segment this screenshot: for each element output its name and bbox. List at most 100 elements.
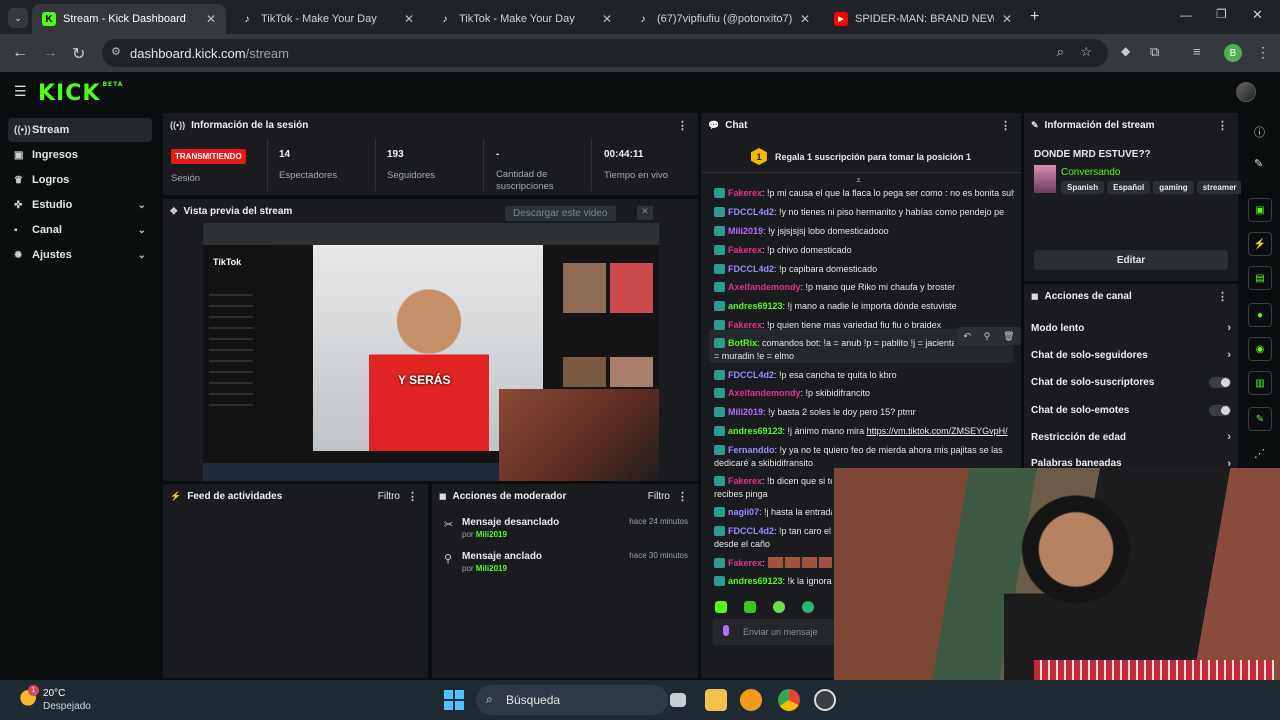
tab-tiktok-2[interactable]: ♪ TikTok - Make Your Day ✕ [428, 4, 622, 34]
chat-username[interactable]: andres69123 [728, 301, 783, 311]
kebab-menu-icon[interactable]: ⋮ [407, 490, 418, 503]
new-tab-button[interactable]: + [1030, 8, 1039, 26]
rail-tool-1[interactable]: ▣ [1248, 198, 1272, 222]
chat-username[interactable]: FDCCL4d2 [728, 207, 774, 217]
sidebar-item-stream[interactable]: ((•)) Stream [8, 118, 152, 142]
chat-message[interactable]: Axelfandemondy: !p skibidifrancito [714, 387, 1014, 400]
sidebar-item-estudio[interactable]: ✜ Estudio ⌄ [8, 193, 152, 217]
tab-tiktok-3[interactable]: ♪ (67)7vipfiufiu (@potonxito7) | T ✕ [626, 4, 820, 34]
tag[interactable]: Spanish [1061, 181, 1105, 194]
back-icon[interactable]: ← [12, 44, 28, 62]
chat-username[interactable]: Fakerex [728, 245, 762, 255]
stream-video[interactable]: TikTok Y SERÁS [203, 223, 659, 481]
chat-username[interactable]: FDCCL4d2 [728, 526, 774, 536]
tab-kick-dashboard[interactable]: K Stream - Kick Dashboard ✕ [32, 4, 226, 34]
category-name[interactable]: Conversando [1061, 167, 1120, 178]
tag[interactable]: gaming [1153, 181, 1194, 194]
file-explorer-icon[interactable] [705, 689, 727, 711]
chat-username[interactable]: Fakerex [728, 188, 762, 198]
chat-message[interactable]: FDCCL4d2: !p esa cancha te quita lo kbro [714, 369, 1014, 382]
rail-broadcast-button[interactable]: ◉ [1248, 337, 1272, 361]
close-icon[interactable]: ✕ [404, 12, 414, 26]
emote-icon[interactable] [773, 601, 785, 613]
mod-user[interactable]: Mili2019 [476, 564, 507, 573]
tab-tiktok-1[interactable]: ♪ TikTok - Make Your Day ✕ [230, 4, 424, 34]
pin-icon[interactable]: ⚲ [984, 331, 991, 342]
chat-username[interactable]: Fakerex [728, 320, 762, 330]
share-icon[interactable]: ⋰ [1254, 447, 1265, 460]
rail-lightning-button[interactable]: ⚡ [1248, 232, 1272, 256]
rail-tool-6[interactable]: ▥ [1248, 371, 1272, 395]
rail-tool-3[interactable]: ▤ [1248, 266, 1272, 290]
tag[interactable]: Español [1107, 181, 1151, 194]
pencil-icon[interactable]: ✎ [1254, 157, 1263, 170]
chat-message[interactable]: Fakerex: !b dicen que si te p [714, 475, 832, 488]
chat-username[interactable]: BotRix [728, 338, 757, 348]
chat-message[interactable]: Axelfandemondy: !p mano que Riko mi chau… [714, 281, 1014, 294]
slow-mode-row[interactable]: Modo lento › [1031, 320, 1231, 336]
minimize-icon[interactable]: — [1180, 8, 1192, 22]
hamburger-menu-icon[interactable]: ☰ [14, 83, 27, 100]
forward-icon[interactable]: → [42, 44, 58, 62]
download-video-button[interactable]: Descargar este video [505, 206, 616, 221]
task-view-icon[interactable] [670, 693, 686, 707]
chat-username[interactable]: Axelfandemondy [728, 388, 801, 398]
sidebar-item-ajustes[interactable]: ✹ Ajustes ⌄ [8, 243, 152, 267]
emote-icon[interactable] [802, 601, 814, 613]
reading-list-icon[interactable]: ≡ [1193, 44, 1201, 59]
kebab-menu-icon[interactable]: ⋮ [1217, 119, 1228, 132]
chat-message[interactable]: Fakerex: [714, 557, 832, 570]
taskbar-search[interactable]: ⌕ Búsqueda [476, 685, 668, 715]
subscribers-only-toggle[interactable] [1209, 377, 1231, 388]
kebab-menu-icon[interactable]: ⋮ [677, 119, 688, 132]
filter-button[interactable]: Filtro [378, 491, 400, 502]
close-icon[interactable]: ✕ [206, 12, 216, 26]
kebab-menu-icon[interactable]: ⋮ [1000, 119, 1011, 132]
chat-link[interactable]: https://vm.tiktok.com/ZMSEYGvpH/ [867, 426, 1008, 436]
user-avatar[interactable] [1236, 82, 1256, 102]
extensions-puzzle-icon[interactable]: ⧉ [1150, 44, 1159, 60]
tag[interactable]: streamer [1196, 181, 1241, 194]
tab-youtube[interactable]: ▶ SPIDER-MAN: BRAND NEW DA ✕ [824, 4, 1022, 34]
emote-icon[interactable] [744, 601, 756, 613]
chat-message[interactable]: Mili2019: !y jsjsjsjsj lobo domesticadoo… [714, 225, 1014, 238]
chat-message[interactable]: nagii07: !j hasta la entrada [714, 506, 832, 519]
age-restriction-row[interactable]: Restricción de edad › [1031, 429, 1231, 445]
reload-icon[interactable]: ↻ [72, 44, 85, 64]
reply-icon[interactable]: ↶ [963, 331, 971, 342]
chat-message[interactable]: Fakerex: !p chivo domesticado [714, 244, 1014, 257]
site-info-icon[interactable]: ⚙ [111, 45, 121, 58]
chat-username[interactable]: Mili2019 [728, 226, 763, 236]
close-icon[interactable]: ✕ [1002, 12, 1012, 26]
tab-search-button[interactable]: ⌄ [8, 8, 28, 28]
edit-button[interactable]: Editar [1034, 250, 1228, 270]
mic-icon[interactable] [723, 625, 729, 636]
chat-message[interactable]: FDCCL4d2: !p tan caro el a [714, 525, 832, 538]
chat-username[interactable]: nagii07 [728, 507, 759, 517]
mod-user[interactable]: Mili2019 [476, 530, 507, 539]
emotes-only-toggle[interactable] [1209, 405, 1231, 416]
close-window-icon[interactable]: ✕ [1252, 7, 1263, 23]
profile-avatar[interactable]: B [1224, 44, 1242, 62]
chat-username[interactable]: Fakerex [728, 476, 762, 486]
chat-message[interactable]: Fernanddo: !y ya no te quiero feo de mie… [714, 444, 1014, 457]
trash-icon[interactable]: 🗑 [1003, 331, 1014, 342]
chat-message[interactable]: BotRix: comandos bot: !a = anub !p = pab… [714, 337, 954, 350]
chat-username[interactable]: FDCCL4d2 [728, 264, 774, 274]
chevron-down-icon[interactable]: ⩡ [856, 175, 861, 186]
bookmark-star-icon[interactable]: ☆ [1080, 44, 1092, 60]
emote-icon[interactable] [715, 601, 727, 613]
kebab-menu-icon[interactable]: ⋮ [677, 490, 688, 503]
chat-message[interactable]: Fakerex: !p mi causa el que la flaca lo … [714, 187, 1014, 200]
restore-icon[interactable]: ❐ [1216, 7, 1227, 21]
chat-message[interactable]: Mili2019: !y basta 2 soles le doy pero 1… [714, 406, 1014, 419]
kebab-menu-icon[interactable]: ⋮ [1217, 290, 1228, 303]
sidebar-item-ingresos[interactable]: ▣ Ingresos [8, 143, 152, 167]
close-icon[interactable]: ✕ [637, 206, 653, 220]
chat-message[interactable]: FDCCL4d2: !p capibara domesticado [714, 263, 1014, 276]
url-input[interactable]: ⚙ dashboard.kick.com/stream ⌕ ☆ [102, 39, 1108, 67]
followers-only-row[interactable]: Chat de solo-seguidores › [1031, 347, 1231, 363]
chat-message[interactable]: Fakerex: !p quien tiene mas variedad fiu… [714, 319, 1014, 332]
chat-message[interactable]: andres69123: !j ánimo mano mira https://… [714, 425, 1014, 438]
rail-chat-button[interactable]: ● [1248, 303, 1272, 327]
